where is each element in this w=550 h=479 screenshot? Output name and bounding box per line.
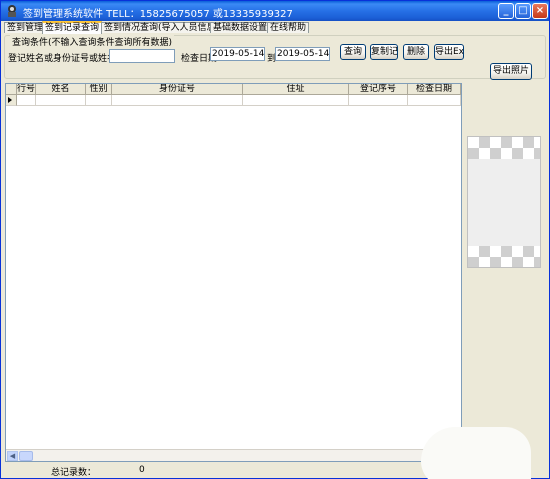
column-header-address[interactable]: 住址 (243, 84, 349, 95)
resize-corner-blob (421, 427, 531, 479)
close-button[interactable]: × (532, 3, 548, 19)
cell-address[interactable] (243, 95, 349, 106)
export-excel-button[interactable]: 导出Excel (434, 44, 464, 60)
name-or-id-label: 登记姓名或身份证号或姓名拼 (8, 54, 126, 64)
tab-checkin-record-query[interactable]: 签到记录查询 (42, 21, 103, 34)
row-pointer-icon (8, 97, 12, 103)
column-header-check-date[interactable]: 检查日期 (408, 84, 461, 95)
total-records-label: 总记录数： (51, 468, 97, 478)
preview-checker-bottom (468, 246, 540, 267)
total-records-value: 0 (139, 465, 145, 475)
query-conditions-title: 查询条件(不输入查询条件查询所有数据) (10, 35, 175, 48)
scroll-left-arrow-icon[interactable]: ◀ (7, 451, 18, 461)
window-title: 签到管理系统软件 TELL：15825675057 或13335939327 (23, 9, 293, 20)
cell-name[interactable] (36, 95, 86, 106)
main-window: 签到管理系统软件 TELL：15825675057 或13335939327 _… (0, 0, 550, 479)
column-header-id-number[interactable]: 身份证号 (112, 84, 243, 95)
delete-button[interactable]: 删除 (403, 44, 429, 60)
column-header-name[interactable]: 姓名 (36, 84, 86, 95)
tab-checkin-status-query[interactable]: 签到情况查询(导入人员信息) (101, 22, 223, 33)
cell-check-date[interactable] (408, 95, 461, 106)
name-or-id-input[interactable] (109, 49, 175, 63)
table-header: 行号 姓名 性别 身份证号 住址 登记序号 检查日期 (6, 84, 461, 95)
export-photo-button[interactable]: 导出照片 (490, 63, 532, 80)
maximize-button[interactable]: □ (515, 3, 531, 19)
header-corner (6, 84, 17, 95)
current-row-indicator (6, 95, 17, 106)
minimize-button[interactable]: _ (498, 3, 514, 19)
date-from-input[interactable]: 2019-05-14 (210, 47, 265, 61)
tab-checkin-management[interactable]: 签到管理 (4, 22, 47, 33)
scroll-thumb[interactable] (19, 451, 33, 461)
column-header-registration-number[interactable]: 登记序号 (349, 84, 408, 95)
preview-checker-top (468, 137, 540, 159)
tab-online-help[interactable]: 在线帮助 (267, 22, 310, 33)
title-bar[interactable]: 签到管理系统软件 TELL：15825675057 或13335939327 _… (1, 1, 549, 21)
app-icon (8, 5, 16, 17)
tab-basic-data-settings[interactable]: 基础数据设置 (210, 22, 271, 33)
records-table[interactable]: 行号 姓名 性别 身份证号 住址 登记序号 检查日期 ◀ (5, 83, 462, 462)
cell-id-number[interactable] (112, 95, 243, 106)
horizontal-scrollbar[interactable]: ◀ (6, 449, 461, 461)
photo-preview (467, 136, 541, 268)
copy-record-button[interactable]: 复制记录 (370, 44, 398, 60)
cell-registration-number[interactable] (349, 95, 408, 106)
table-row[interactable] (6, 95, 461, 106)
cell-row-number[interactable] (17, 95, 36, 106)
date-to-input[interactable]: 2019-05-14 (275, 47, 330, 61)
column-header-gender[interactable]: 性别 (86, 84, 112, 95)
query-button[interactable]: 查询 (340, 44, 366, 60)
cell-gender[interactable] (86, 95, 112, 106)
column-header-row-number[interactable]: 行号 (17, 84, 36, 95)
